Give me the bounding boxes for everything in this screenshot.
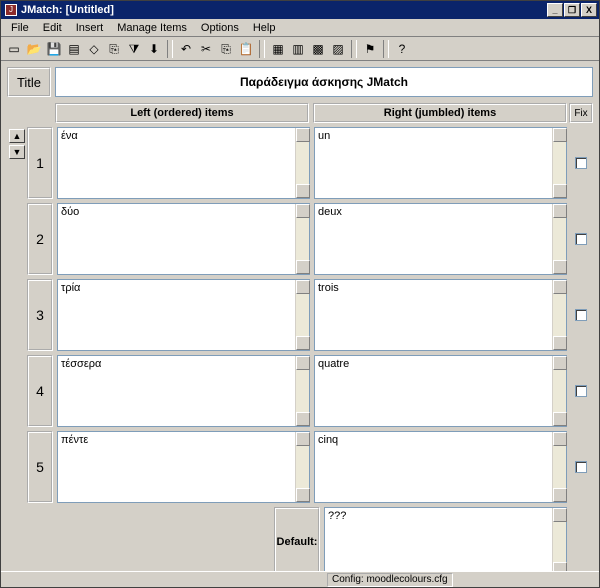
toolbar-separator	[167, 40, 173, 58]
cut-button[interactable]: ✂	[197, 40, 215, 58]
window-titlebar: J JMatch: [Untitled] _ ❐ X	[1, 1, 599, 19]
title-input[interactable]	[55, 67, 593, 97]
default-input[interactable]	[324, 507, 567, 571]
fix-checkbox[interactable]	[575, 233, 587, 245]
status-bar: Config: moodlecolours.cfg	[1, 571, 599, 587]
fix-checkbox[interactable]	[575, 385, 587, 397]
scrollbar[interactable]	[552, 204, 566, 274]
scrollbar[interactable]	[552, 280, 566, 350]
item-row: ▲ ▼1	[7, 127, 593, 199]
new-button[interactable]: ▭	[5, 40, 23, 58]
export-button[interactable]: ⎘	[105, 40, 123, 58]
client-area: Title Left (ordered) items Right (jumble…	[1, 61, 599, 571]
flag-button[interactable]: ⚑	[361, 40, 379, 58]
right-item-input[interactable]	[314, 203, 567, 275]
grid4-button[interactable]: ▨	[329, 40, 347, 58]
right-item-input[interactable]	[314, 279, 567, 351]
scrollbar[interactable]	[552, 128, 566, 198]
item-number: 4	[27, 355, 53, 427]
left-item-input[interactable]	[57, 279, 310, 351]
paste-button[interactable]: 📋	[237, 40, 255, 58]
toolbar-separator	[383, 40, 389, 58]
scrollbar[interactable]	[552, 356, 566, 426]
window-minimize-button[interactable]: _	[547, 3, 563, 17]
item-row: 5	[7, 431, 593, 503]
grid3-button[interactable]: ▩	[309, 40, 327, 58]
fix-checkbox[interactable]	[575, 157, 587, 169]
item-number: 3	[27, 279, 53, 351]
scrollbar[interactable]	[295, 356, 309, 426]
save-button[interactable]: 💾	[45, 40, 63, 58]
down-arrow-button[interactable]: ⬇	[145, 40, 163, 58]
toolbar: ▭📂💾▤◇⎘⧩⬇↶✂⎘📋▦▥▩▨⚑?	[1, 37, 599, 61]
menu-bar: File Edit Insert Manage Items Options He…	[1, 19, 599, 37]
item-row: 2	[7, 203, 593, 275]
left-item-input[interactable]	[57, 127, 310, 199]
save-all-button[interactable]: ▤	[65, 40, 83, 58]
default-label: Default:	[274, 507, 320, 571]
window-close-button[interactable]: X	[581, 3, 597, 17]
undo-button[interactable]: ↶	[177, 40, 195, 58]
menu-manage-items[interactable]: Manage Items	[111, 21, 193, 35]
menu-edit[interactable]: Edit	[37, 21, 68, 35]
right-items-header: Right (jumbled) items	[313, 103, 567, 123]
item-number: 5	[27, 431, 53, 503]
right-item-input[interactable]	[314, 127, 567, 199]
window-maximize-button[interactable]: ❐	[564, 3, 580, 17]
right-item-input[interactable]	[314, 355, 567, 427]
menu-insert[interactable]: Insert	[70, 21, 110, 35]
window-title: JMatch: [Untitled]	[21, 4, 114, 16]
left-item-input[interactable]	[57, 355, 310, 427]
status-config: Config: moodlecolours.cfg	[327, 573, 453, 587]
scrollbar[interactable]	[552, 432, 566, 502]
item-row: 4	[7, 355, 593, 427]
grid2-button[interactable]: ▥	[289, 40, 307, 58]
item-number: 1	[27, 127, 53, 199]
menu-file[interactable]: File	[5, 21, 35, 35]
help-button[interactable]: ?	[393, 40, 411, 58]
item-number: 2	[27, 203, 53, 275]
scrollbar[interactable]	[295, 432, 309, 502]
grid1-button[interactable]: ▦	[269, 40, 287, 58]
fix-header: Fix	[569, 103, 593, 123]
web-button[interactable]: ◇	[85, 40, 103, 58]
scrollbar[interactable]	[295, 280, 309, 350]
left-item-input[interactable]	[57, 431, 310, 503]
scrollbar[interactable]	[295, 128, 309, 198]
scrollbar[interactable]	[552, 508, 566, 571]
left-item-input[interactable]	[57, 203, 310, 275]
menu-help[interactable]: Help	[247, 21, 282, 35]
funnel-button[interactable]: ⧩	[125, 40, 143, 58]
fix-checkbox[interactable]	[575, 461, 587, 473]
scrollbar[interactable]	[295, 204, 309, 274]
app-icon: J	[5, 4, 17, 16]
right-item-input[interactable]	[314, 431, 567, 503]
open-button[interactable]: 📂	[25, 40, 43, 58]
toolbar-separator	[351, 40, 357, 58]
move-down-button[interactable]: ▼	[9, 145, 25, 159]
item-row: 3	[7, 279, 593, 351]
copy-button[interactable]: ⎘	[217, 40, 235, 58]
toolbar-separator	[259, 40, 265, 58]
left-items-header: Left (ordered) items	[55, 103, 309, 123]
menu-options[interactable]: Options	[195, 21, 245, 35]
title-label: Title	[7, 67, 51, 97]
fix-checkbox[interactable]	[575, 309, 587, 321]
move-up-button[interactable]: ▲	[9, 129, 25, 143]
